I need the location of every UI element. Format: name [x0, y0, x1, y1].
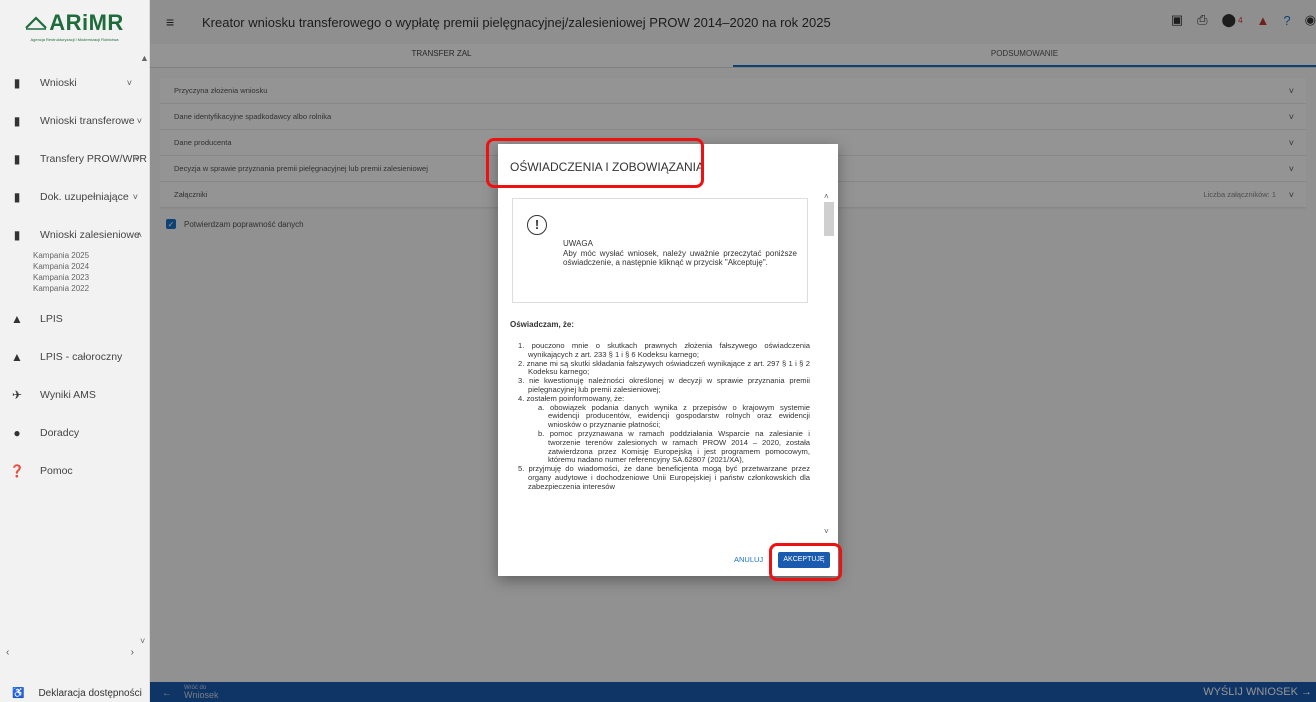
sidebar-item-wnioski-transferowe[interactable]: ▮ Wnioski transferowe ˅	[0, 102, 150, 140]
sidebar-item-wnioski-zalesieniowe[interactable]: ▮ Wnioski zalesieniowe ˄	[0, 216, 150, 254]
sidebar-scroll-down-icon[interactable]: ˅	[140, 636, 145, 646]
chevron-down-icon: ˅	[134, 154, 140, 164]
declaration-point: 2. znane mi są skutki składania fałszywy…	[518, 358, 810, 377]
warning-box: ! UWAGA Aby móc wysłać wniosek, należy u…	[512, 198, 808, 303]
declaration-heading: Oświadczam, że:	[510, 320, 575, 329]
accessibility-icon: ♿	[12, 687, 25, 699]
declaration-point: 3. nie kwestionuję należności określonej…	[518, 376, 810, 394]
help-icon: ❓	[9, 464, 25, 478]
sidebar-item-dok-uzupelniajace[interactable]: ▮ Dok. uzupełniające ˅	[0, 178, 150, 216]
sidebar-item-label: Wnioski zalesieniowe	[40, 229, 140, 241]
highlight-title-annotation	[486, 138, 704, 188]
dialog-scrollbar[interactable]: ˄ ˅	[821, 192, 835, 536]
logo-roof-icon	[25, 16, 47, 30]
cancel-button[interactable]: ANULUJ	[734, 555, 763, 564]
chevron-down-icon: ˅	[136, 116, 142, 126]
declaration-point: 1. pouczono mnie o skutkach prawnych zło…	[518, 341, 810, 359]
accessibility-label: Deklaracja dostępności	[38, 687, 142, 699]
document-icon: ▮	[13, 76, 21, 90]
sidebar: ARiMR Agencja Restrukturyzacji i Moderni…	[0, 0, 150, 702]
person-icon: ●	[13, 426, 21, 440]
logo[interactable]: ARiMR Agencja Restrukturyzacji i Moderni…	[0, 0, 149, 48]
logo-text: ARiMR	[49, 10, 124, 35]
mountain-icon: ▲	[11, 350, 23, 364]
scroll-right-icon[interactable]: ›	[131, 647, 134, 661]
document-icon: ▮	[13, 114, 21, 128]
declaration-subpoint: b. pomoc przyznawana w ramach poddziałan…	[538, 428, 810, 465]
sidebar-item-label: LPIS	[40, 313, 63, 325]
accessibility-declaration-link[interactable]: ♿ Deklaracja dostępności	[0, 684, 150, 702]
document-icon: ▮	[13, 228, 21, 242]
document-icon: ▮	[13, 190, 21, 204]
sidebar-item-label: Wnioski	[40, 77, 77, 89]
sidebar-item-doradcy[interactable]: ● Doradcy	[0, 414, 150, 452]
declaration-subpoint: a. obowiązek podania danych wynika z prz…	[538, 402, 810, 430]
warning-heading: UWAGA	[563, 239, 593, 248]
chevron-up-icon: ˄	[136, 230, 142, 240]
sidebar-item-label: Wnioski transferowe	[40, 115, 135, 127]
sidebar-item-lpis[interactable]: ▲ LPIS	[0, 300, 150, 338]
chevron-down-icon: ˅	[132, 192, 138, 202]
sidebar-item-wyniki-ams[interactable]: ✈ Wyniki AMS	[0, 376, 150, 414]
declaration-point: 5. przyjmuję do wiadomości, że dane bene…	[518, 464, 810, 491]
sidebar-item-label: Wyniki AMS	[40, 389, 96, 401]
sidebar-subitem-kampania[interactable]: Kampania 2023	[0, 272, 150, 283]
logo-subtitle: Agencja Restrukturyzacji i Modernizacji …	[30, 37, 119, 42]
document-icon: ▮	[13, 152, 21, 166]
sidebar-item-label: Doradcy	[40, 427, 80, 439]
dialog-body[interactable]: ! UWAGA Aby móc wysłać wniosek, należy u…	[498, 192, 838, 536]
highlight-accept-annotation	[769, 543, 842, 581]
sidebar-item-lpis-caloroczny[interactable]: ▲ LPIS - całoroczny	[0, 338, 150, 376]
sidebar-item-label: Dok. uzupełniające	[40, 191, 129, 203]
sidebar-item-pomoc[interactable]: ❓ Pomoc	[0, 452, 150, 490]
warning-text: Aby móc wysłać wniosek, należy uważnie p…	[563, 249, 797, 267]
sidebar-subitem-kampania[interactable]: Kampania 2024	[0, 261, 150, 272]
sidebar-item-transfery[interactable]: ▮ Transfery PROW/WPR ˅	[0, 140, 150, 178]
declarations-dialog: OŚWIADCZENIA I ZOBOWIĄZANIA ! UWAGA Aby …	[498, 144, 838, 576]
scrollbar-thumb[interactable]	[824, 202, 834, 236]
info-icon: !	[527, 215, 547, 235]
chevron-down-icon: ˅	[126, 78, 132, 88]
sidebar-item-label: Pomoc	[40, 465, 73, 477]
satellite-icon: ✈	[11, 388, 23, 402]
scroll-down-icon[interactable]: ˅	[824, 527, 829, 536]
sidebar-subitem-kampania[interactable]: Kampania 2022	[0, 283, 150, 294]
sidebar-item-wnioski[interactable]: ▮ Wnioski ˅	[0, 64, 150, 102]
sidebar-hscrollbar[interactable]: ‹ ›	[0, 647, 140, 661]
scroll-up-icon[interactable]: ˄	[824, 192, 829, 201]
sidebar-item-label: Transfery PROW/WPR	[40, 153, 147, 165]
sidebar-item-label: LPIS - całoroczny	[40, 351, 123, 363]
mountain-icon: ▲	[11, 312, 23, 326]
scroll-left-icon[interactable]: ‹	[6, 647, 9, 661]
declaration-list: 1. pouczono mnie o skutkach prawnych zło…	[518, 341, 810, 492]
sidebar-scroll-up-icon[interactable]: ▲	[140, 53, 149, 63]
